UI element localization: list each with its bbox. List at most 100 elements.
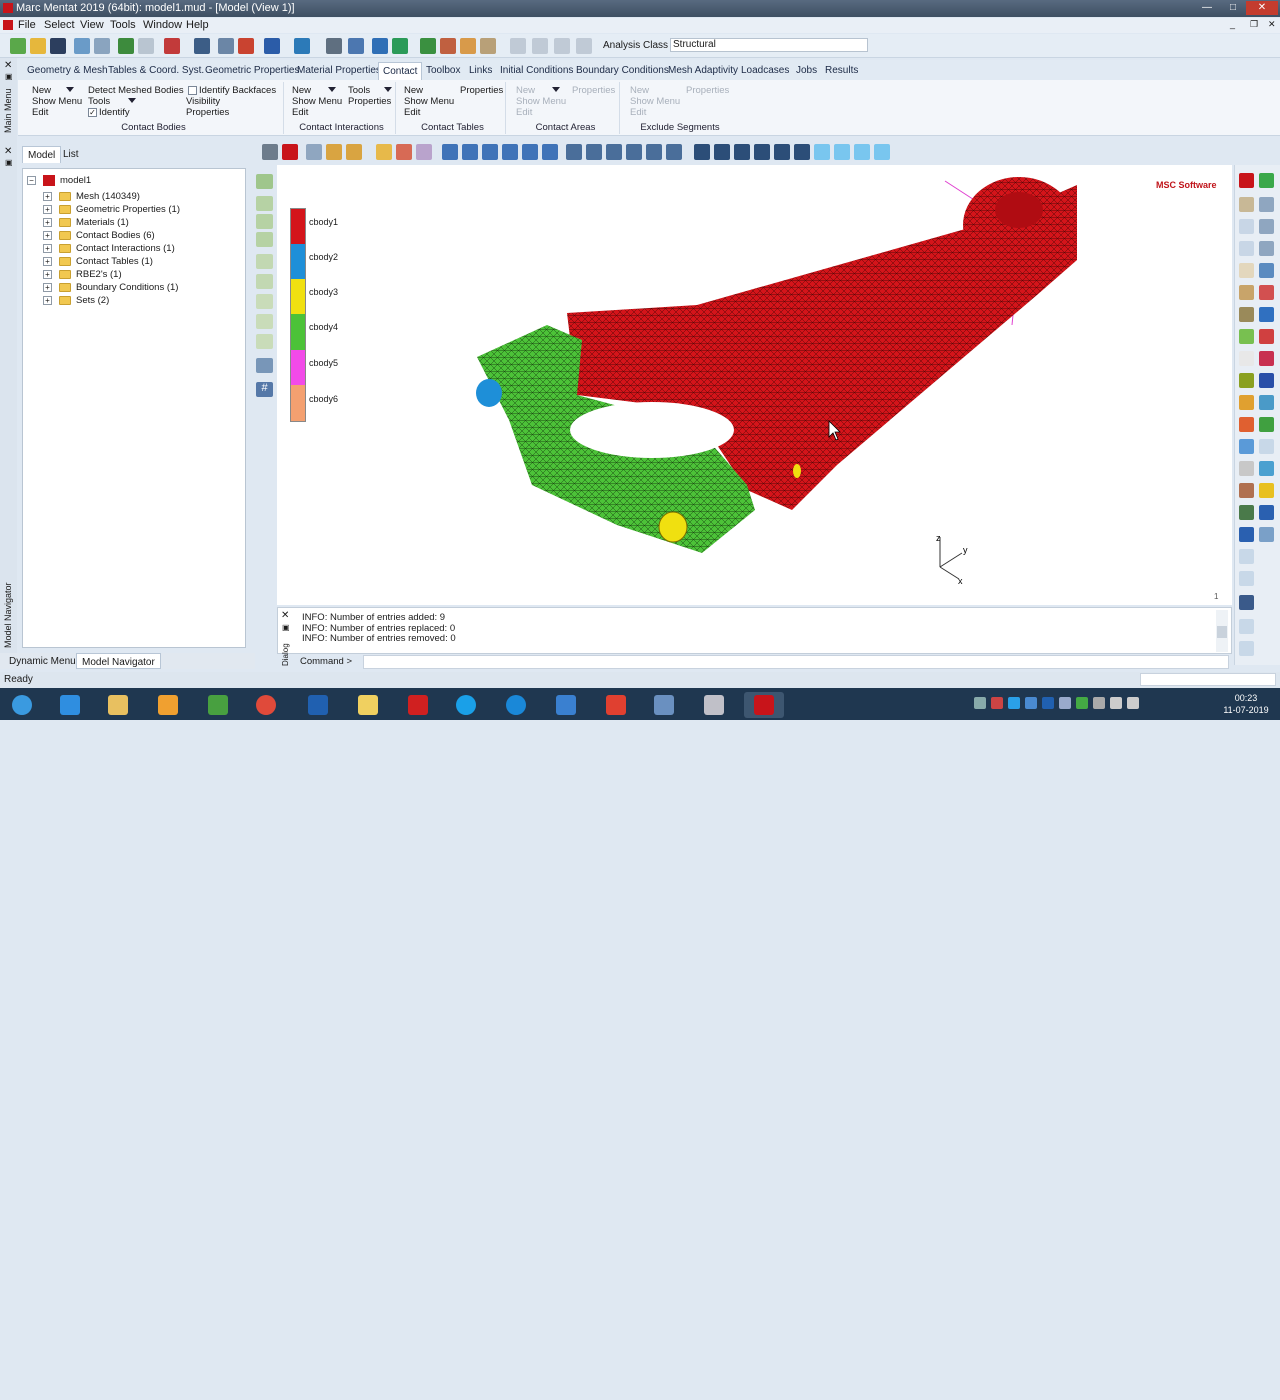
tray-icon[interactable] — [1076, 697, 1088, 709]
right-tool-icon[interactable] — [1259, 395, 1274, 410]
taskbar-chrome[interactable] — [246, 692, 286, 718]
tree-item-rbe2[interactable]: + RBE2's (1) — [43, 268, 243, 281]
tray-icon[interactable] — [1025, 697, 1037, 709]
view-fit-icon[interactable] — [282, 144, 298, 160]
right-tool-icon[interactable] — [1239, 263, 1254, 278]
tab-tables-coord[interactable]: Tables & Coord. Syst. — [108, 65, 204, 76]
right-tool-icon[interactable] — [1239, 351, 1254, 366]
close-button[interactable]: ✕ — [1246, 1, 1278, 15]
interactions-tools-dropdown[interactable] — [384, 84, 392, 95]
tab-jobs[interactable]: Jobs — [796, 65, 817, 76]
bodies-new-dropdown[interactable] — [66, 84, 74, 95]
mdi-close-button[interactable]: ✕ — [1268, 19, 1276, 30]
plot-icon[interactable] — [238, 38, 254, 54]
select-pointer-icon[interactable] — [264, 38, 280, 54]
right-tool-icon[interactable] — [1259, 173, 1274, 188]
bolt-yellow[interactable] — [658, 511, 688, 543]
identify-backfaces-checkbox[interactable]: Identify Backfaces — [188, 85, 276, 96]
tables-show-menu-button[interactable]: Show Menu — [404, 96, 454, 107]
areas-new-dropdown[interactable] — [552, 84, 560, 95]
right-tool-icon[interactable] — [1259, 483, 1274, 498]
connecting-rod-model[interactable]: z y x 1 — [277, 165, 1232, 605]
taskbar-mentat[interactable] — [744, 692, 784, 718]
select-curves-icon[interactable] — [256, 254, 273, 269]
tray-icon[interactable] — [1093, 697, 1105, 709]
tab-boundary-conditions[interactable]: Boundary Conditions — [576, 65, 669, 76]
select-elements-icon[interactable] — [256, 214, 273, 229]
tab-results[interactable]: Results — [825, 65, 858, 76]
volume-icon[interactable] — [1127, 697, 1139, 709]
translate-z-icon[interactable] — [482, 144, 498, 160]
taskbar-skype-business[interactable] — [496, 692, 536, 718]
right-tool-icon[interactable] — [1239, 571, 1254, 586]
select-faces-icon[interactable] — [256, 334, 273, 349]
right-tool-icon[interactable] — [1239, 197, 1254, 212]
tables-properties-button[interactable]: Properties — [460, 85, 503, 96]
interactions-show-menu-button[interactable]: Show Menu — [292, 96, 342, 107]
expand-icon[interactable]: + — [43, 205, 52, 214]
bodies-properties-button[interactable]: Properties — [186, 107, 229, 118]
mesh-grid-icon[interactable] — [420, 38, 436, 54]
areas-new-button[interactable]: New — [516, 85, 535, 96]
right-tool-icon[interactable] — [1239, 395, 1254, 410]
refresh-icon[interactable] — [392, 38, 408, 54]
undo-icon[interactable] — [118, 38, 134, 54]
right-tool-icon[interactable] — [1239, 439, 1254, 454]
bodies-edit-button[interactable]: Edit — [32, 107, 48, 118]
segments-show-menu-button[interactable]: Show Menu — [630, 96, 680, 107]
main-menu-label[interactable]: Main Menu — [3, 88, 13, 133]
dialog-close-icon[interactable]: ✕ — [281, 610, 289, 621]
segments-new-button[interactable]: New — [630, 85, 649, 96]
tab-dynamic-menu[interactable]: Dynamic Menu — [4, 653, 81, 669]
right-tool-icon[interactable] — [1239, 549, 1254, 564]
expand-icon[interactable]: + — [43, 283, 52, 292]
view-iso2-icon[interactable] — [834, 144, 850, 160]
select-points-icon[interactable] — [256, 232, 273, 247]
right-tool-icon[interactable] — [1239, 329, 1254, 344]
taskbar-app-a[interactable] — [546, 692, 586, 718]
interactions-tools-button[interactable]: Tools — [348, 85, 370, 96]
view-iso4-icon[interactable] — [874, 144, 890, 160]
select-filter-icon[interactable] — [294, 38, 310, 54]
select-nodes-icon[interactable] — [256, 196, 273, 211]
tab-links[interactable]: Links — [469, 65, 492, 76]
tab-contact[interactable]: Contact — [378, 62, 423, 80]
model-viewport[interactable]: z y x 1 — [277, 165, 1232, 605]
interactions-edit-button[interactable]: Edit — [292, 107, 308, 118]
rotate-y-icon[interactable] — [586, 144, 602, 160]
right-tool-icon[interactable] — [1259, 241, 1274, 256]
rotate-xy-icon[interactable] — [626, 144, 642, 160]
collapse-icon[interactable]: − — [27, 176, 36, 185]
navigator-pin-icon[interactable]: ▣ — [5, 158, 13, 167]
right-tool-icon[interactable] — [1259, 307, 1274, 322]
pan-hand-icon[interactable] — [376, 144, 392, 160]
menu-view[interactable]: View — [80, 19, 104, 31]
taskbar-clock[interactable]: 00:23 11-07-2019 — [1220, 692, 1272, 716]
taskbar-notepadpp[interactable] — [198, 692, 238, 718]
table-icon[interactable] — [440, 38, 456, 54]
interactions-new-button[interactable]: New — [292, 85, 311, 96]
mdi-restore-button[interactable]: ❐ — [1250, 19, 1258, 30]
rotate-icon[interactable] — [396, 144, 412, 160]
tab-toolbox[interactable]: Toolbox — [426, 65, 460, 76]
rotate-yz-icon[interactable] — [666, 144, 682, 160]
tree-item-contact-interactions[interactable]: + Contact Interactions (1) — [43, 242, 243, 255]
minimize-button[interactable]: — — [1194, 1, 1220, 15]
main-menu-close-icon[interactable]: ✕ — [4, 60, 12, 71]
expand-icon[interactable]: + — [43, 192, 52, 201]
tab-model[interactable]: Model — [22, 146, 62, 163]
hash-icon[interactable]: # — [256, 382, 273, 397]
right-tool-icon[interactable] — [1259, 505, 1274, 520]
tab-geometry-mesh[interactable]: Geometry & Mesh — [27, 65, 108, 76]
zoom-in-icon[interactable] — [326, 144, 342, 160]
tab-model-navigator[interactable]: Model Navigator — [76, 653, 161, 669]
maximize-button[interactable]: □ — [1220, 1, 1246, 15]
tray-icon[interactable] — [1008, 697, 1020, 709]
tables-new-button[interactable]: New — [404, 85, 423, 96]
taskbar-app-b[interactable] — [694, 692, 734, 718]
right-tool-icon[interactable] — [1259, 329, 1274, 344]
menu-file[interactable]: File — [18, 19, 36, 31]
expand-icon[interactable]: + — [43, 257, 52, 266]
select-surfaces-icon[interactable] — [256, 274, 273, 289]
right-tool-icon[interactable] — [1239, 219, 1254, 234]
